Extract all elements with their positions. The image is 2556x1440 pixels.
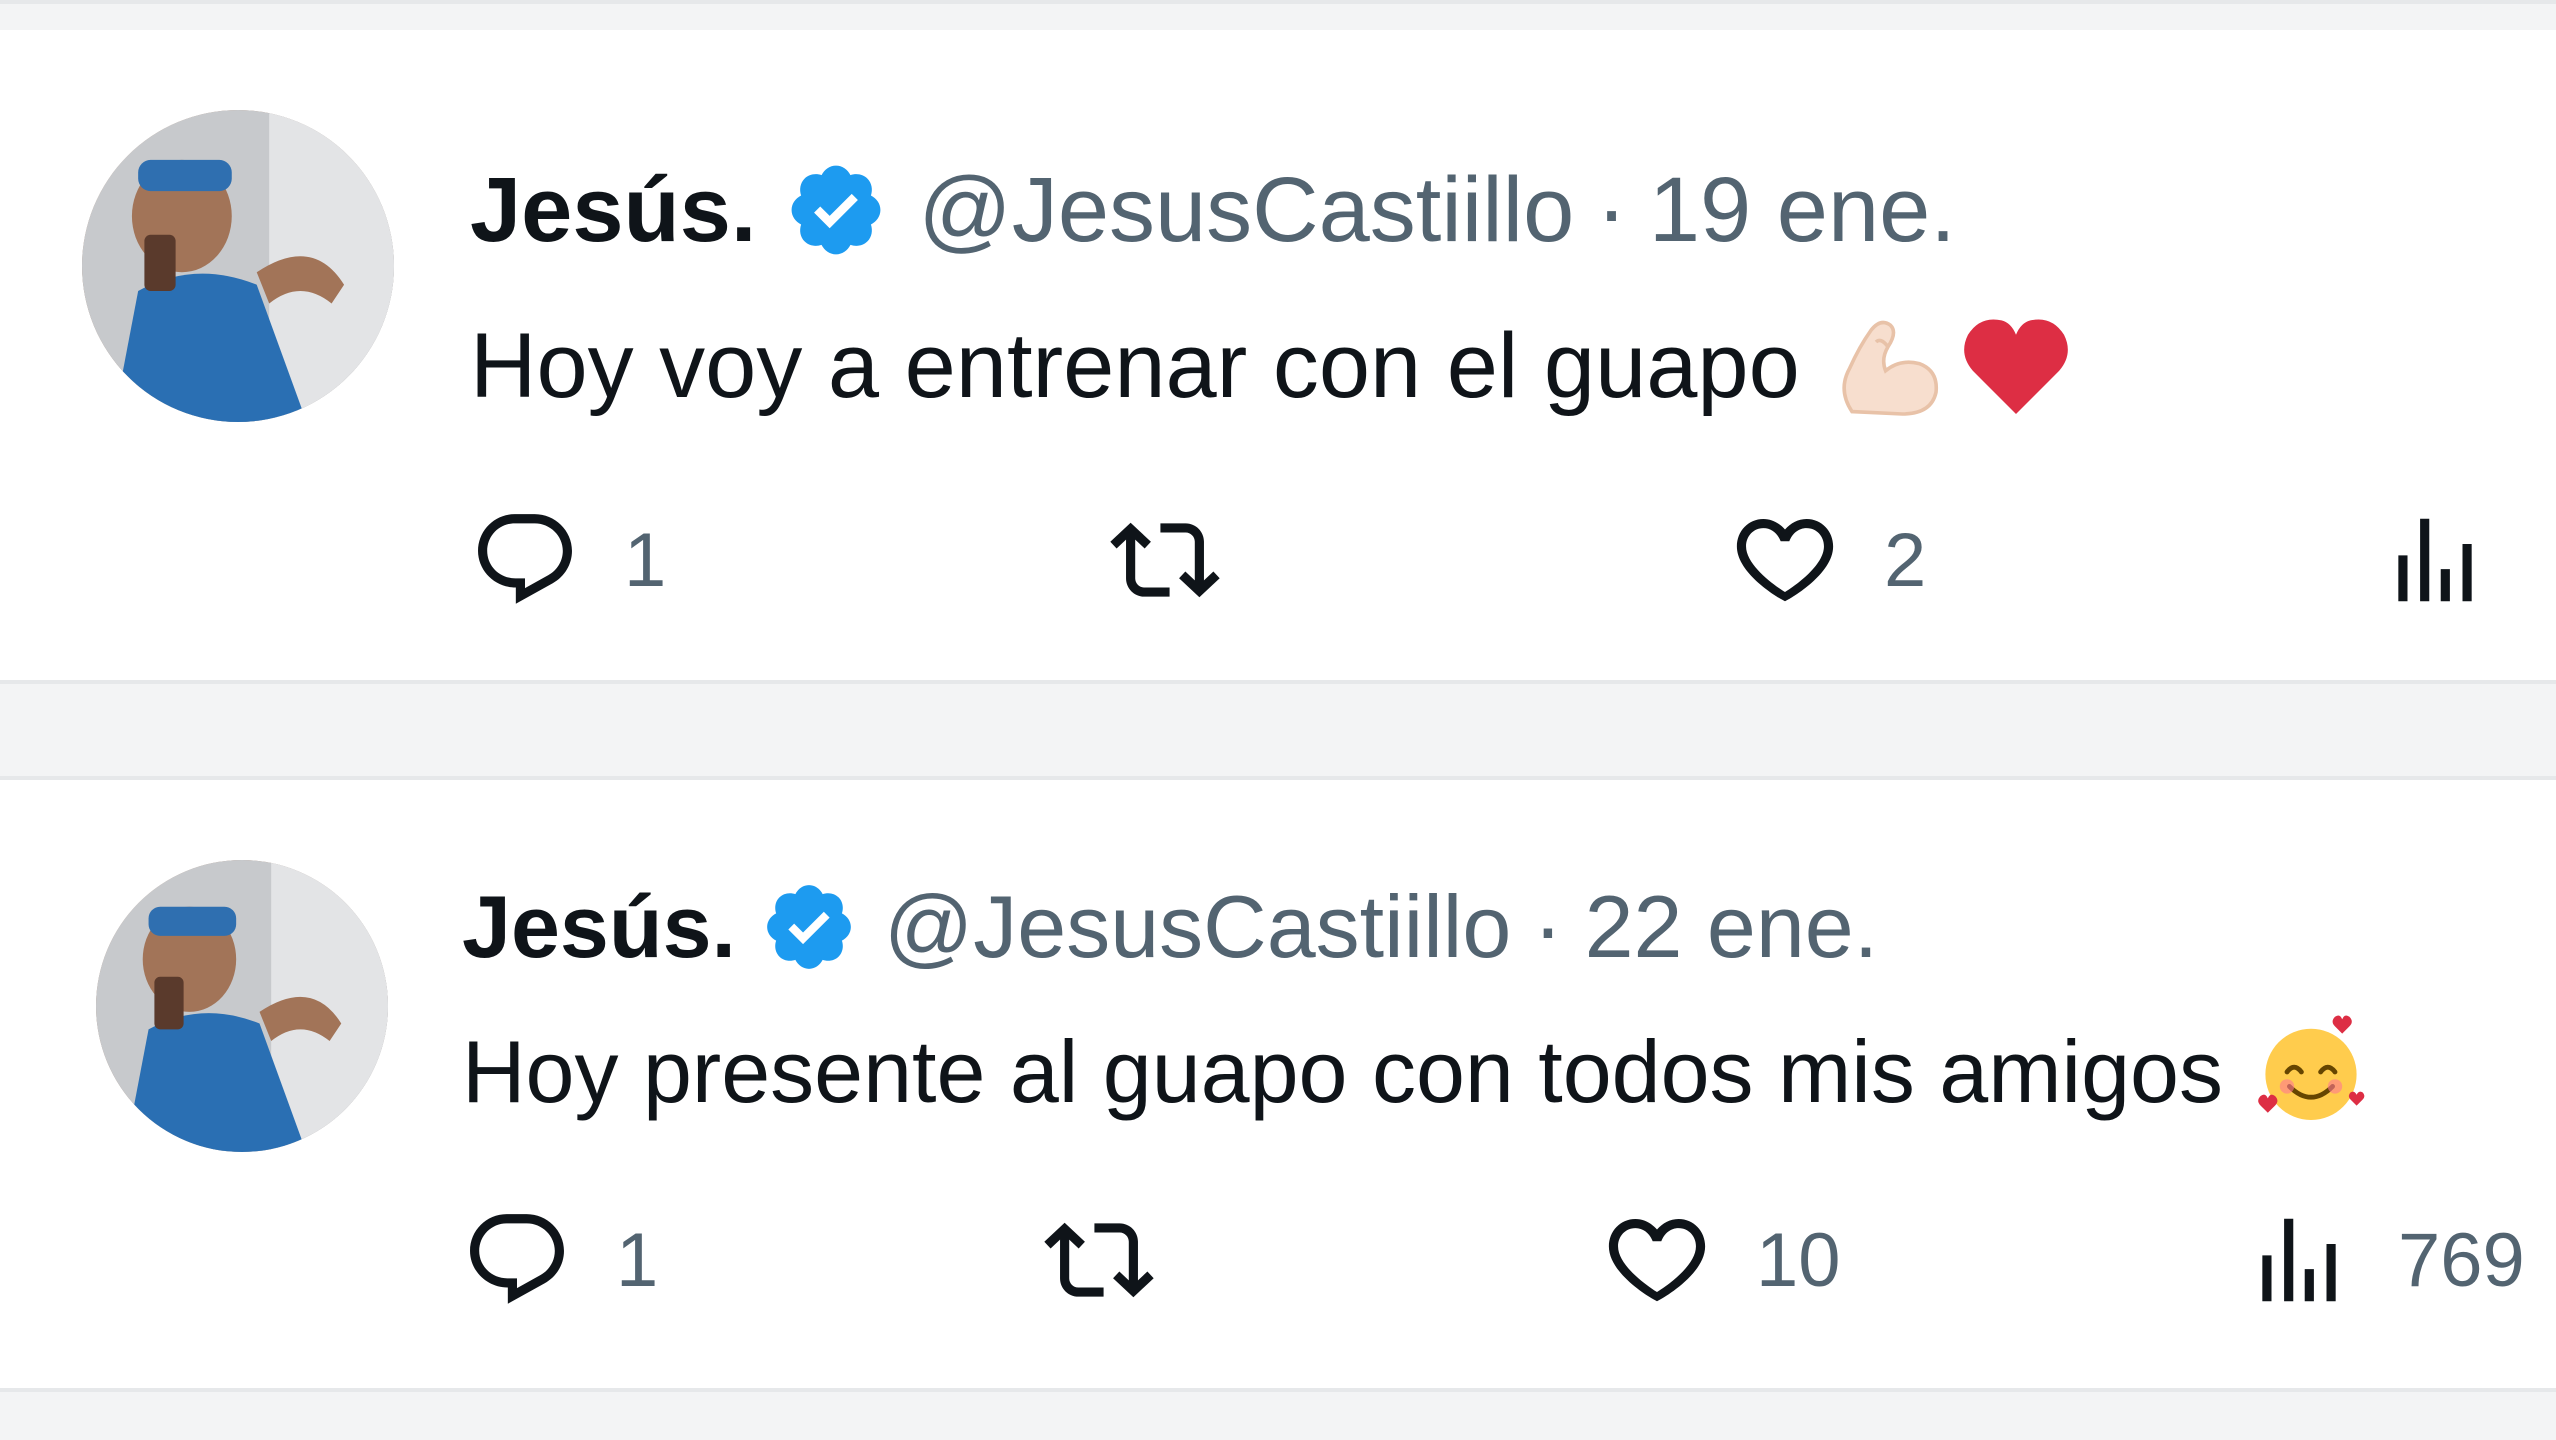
reply-icon — [478, 514, 572, 604]
like-count: 10 — [1756, 1217, 1841, 1303]
red-heart-emoji — [1956, 306, 2076, 426]
reply-button[interactable]: 1 — [462, 1190, 658, 1330]
tweet-header: Jesús. @JesusCastiillo · 22 ene. — [462, 878, 1878, 976]
views-chart-icon — [2398, 518, 2472, 602]
like-count: 2 — [1884, 517, 1927, 603]
user-handle[interactable]: @JesusCastiillo — [918, 164, 1574, 256]
tweet-1[interactable]: Jesús. @JesusCastiillo · 19 ene. Hoy voy… — [0, 30, 2556, 680]
display-name[interactable]: Jesús. — [470, 164, 756, 256]
retweet-icon — [1110, 522, 1220, 598]
display-name[interactable]: Jesús. — [462, 883, 736, 971]
tweet-header: Jesús. @JesusCastiillo · 19 ene. — [470, 158, 1956, 262]
divider — [0, 680, 2556, 684]
avatar[interactable] — [96, 860, 388, 1152]
separator-dot: · — [1596, 159, 1627, 261]
reply-count: 1 — [616, 1217, 659, 1303]
tweet-text: Hoy presente al guapo con todos mis amig… — [462, 1012, 2371, 1132]
separator-dot: · — [1533, 877, 1563, 976]
tweet-actions: 1 2 — [0, 490, 2556, 630]
retweet-button[interactable] — [1044, 1190, 1198, 1330]
tweet-feed: Jesús. @JesusCastiillo · 19 ene. Hoy voy… — [0, 0, 2556, 1440]
divider — [0, 1388, 2556, 1392]
views-button[interactable]: 769 — [2244, 1190, 2525, 1330]
like-button[interactable]: 2 — [1730, 490, 1926, 630]
tweet-text-content: Hoy presente al guapo con todos mis amig… — [462, 1022, 2223, 1121]
like-button[interactable]: 10 — [1602, 1190, 1841, 1330]
flexed-biceps-emoji — [1828, 306, 1948, 426]
tweet-date[interactable]: 22 ene. — [1585, 883, 1879, 971]
tweet-date[interactable]: 19 ene. — [1649, 164, 1956, 256]
heart-icon — [1736, 518, 1834, 602]
reply-button[interactable]: 1 — [470, 490, 666, 630]
views-chart-icon — [2262, 1218, 2336, 1302]
reply-count: 1 — [624, 517, 667, 603]
retweet-button[interactable] — [1110, 490, 1264, 630]
avatar[interactable] — [82, 110, 394, 422]
views-button[interactable] — [2380, 490, 2534, 630]
tweet-actions: 1 10 769 — [0, 1190, 2556, 1330]
tweet-text: Hoy voy a entrenar con el guapo — [470, 306, 2076, 426]
smiling-face-with-hearts-emoji — [2251, 1012, 2371, 1132]
retweet-icon — [1044, 1222, 1154, 1298]
view-count: 769 — [2398, 1217, 2525, 1303]
verified-badge-icon[interactable] — [760, 878, 858, 976]
tweet-text-content: Hoy voy a entrenar con el guapo — [470, 315, 1800, 417]
reply-icon — [470, 1214, 564, 1304]
heart-icon — [1608, 1218, 1706, 1302]
divider — [0, 0, 2556, 4]
user-handle[interactable]: @JesusCastiillo — [884, 883, 1511, 971]
verified-badge-icon[interactable] — [784, 158, 888, 262]
avatar-photo — [82, 110, 394, 422]
avatar-photo — [96, 860, 388, 1152]
